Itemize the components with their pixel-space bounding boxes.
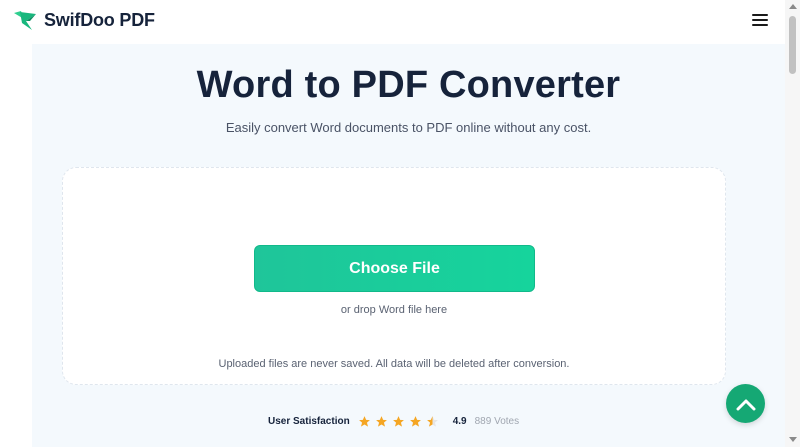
rating-votes: 889 Votes <box>474 416 520 427</box>
star-icon <box>375 416 387 427</box>
page-subtitle: Easily convert Word documents to PDF onl… <box>225 120 592 135</box>
star-icon <box>392 416 404 427</box>
rating-label: User Satisfaction <box>268 416 350 427</box>
star-icon <box>409 416 421 427</box>
half-star-icon <box>426 416 438 427</box>
page-title: Word to PDF Converter <box>196 64 621 106</box>
hero-section: Word to PDF Converter Easily convert Wor… <box>32 44 785 447</box>
hamburger-menu-icon[interactable] <box>752 14 768 28</box>
page-scrollbar[interactable] <box>785 0 800 447</box>
star-icon <box>358 416 370 427</box>
file-drop-zone[interactable]: Choose File or drop Word file here Uploa… <box>62 167 726 385</box>
scroll-down-arrow-icon[interactable] <box>789 437 797 442</box>
rating-stars <box>358 415 443 428</box>
logo-link[interactable]: SwifDoo PDF <box>12 9 155 31</box>
swallow-logo-icon <box>14 11 36 30</box>
scrollbar-thumb[interactable] <box>789 16 796 74</box>
drop-hint-text: or drop Word file here <box>340 304 448 316</box>
choose-file-button[interactable]: Choose File <box>254 245 535 292</box>
user-rating: User Satisfaction 4.9 889 Votes <box>268 415 519 428</box>
brand-name: SwifDoo PDF <box>44 9 155 30</box>
privacy-note: Uploaded files are never saved. All data… <box>218 358 570 370</box>
scroll-up-arrow-icon[interactable] <box>789 4 797 9</box>
rating-score: 4.9 <box>452 416 467 427</box>
scroll-to-top-button[interactable] <box>726 384 765 423</box>
chevron-up-icon <box>736 399 755 410</box>
site-header: SwifDoo PDF <box>0 0 785 44</box>
